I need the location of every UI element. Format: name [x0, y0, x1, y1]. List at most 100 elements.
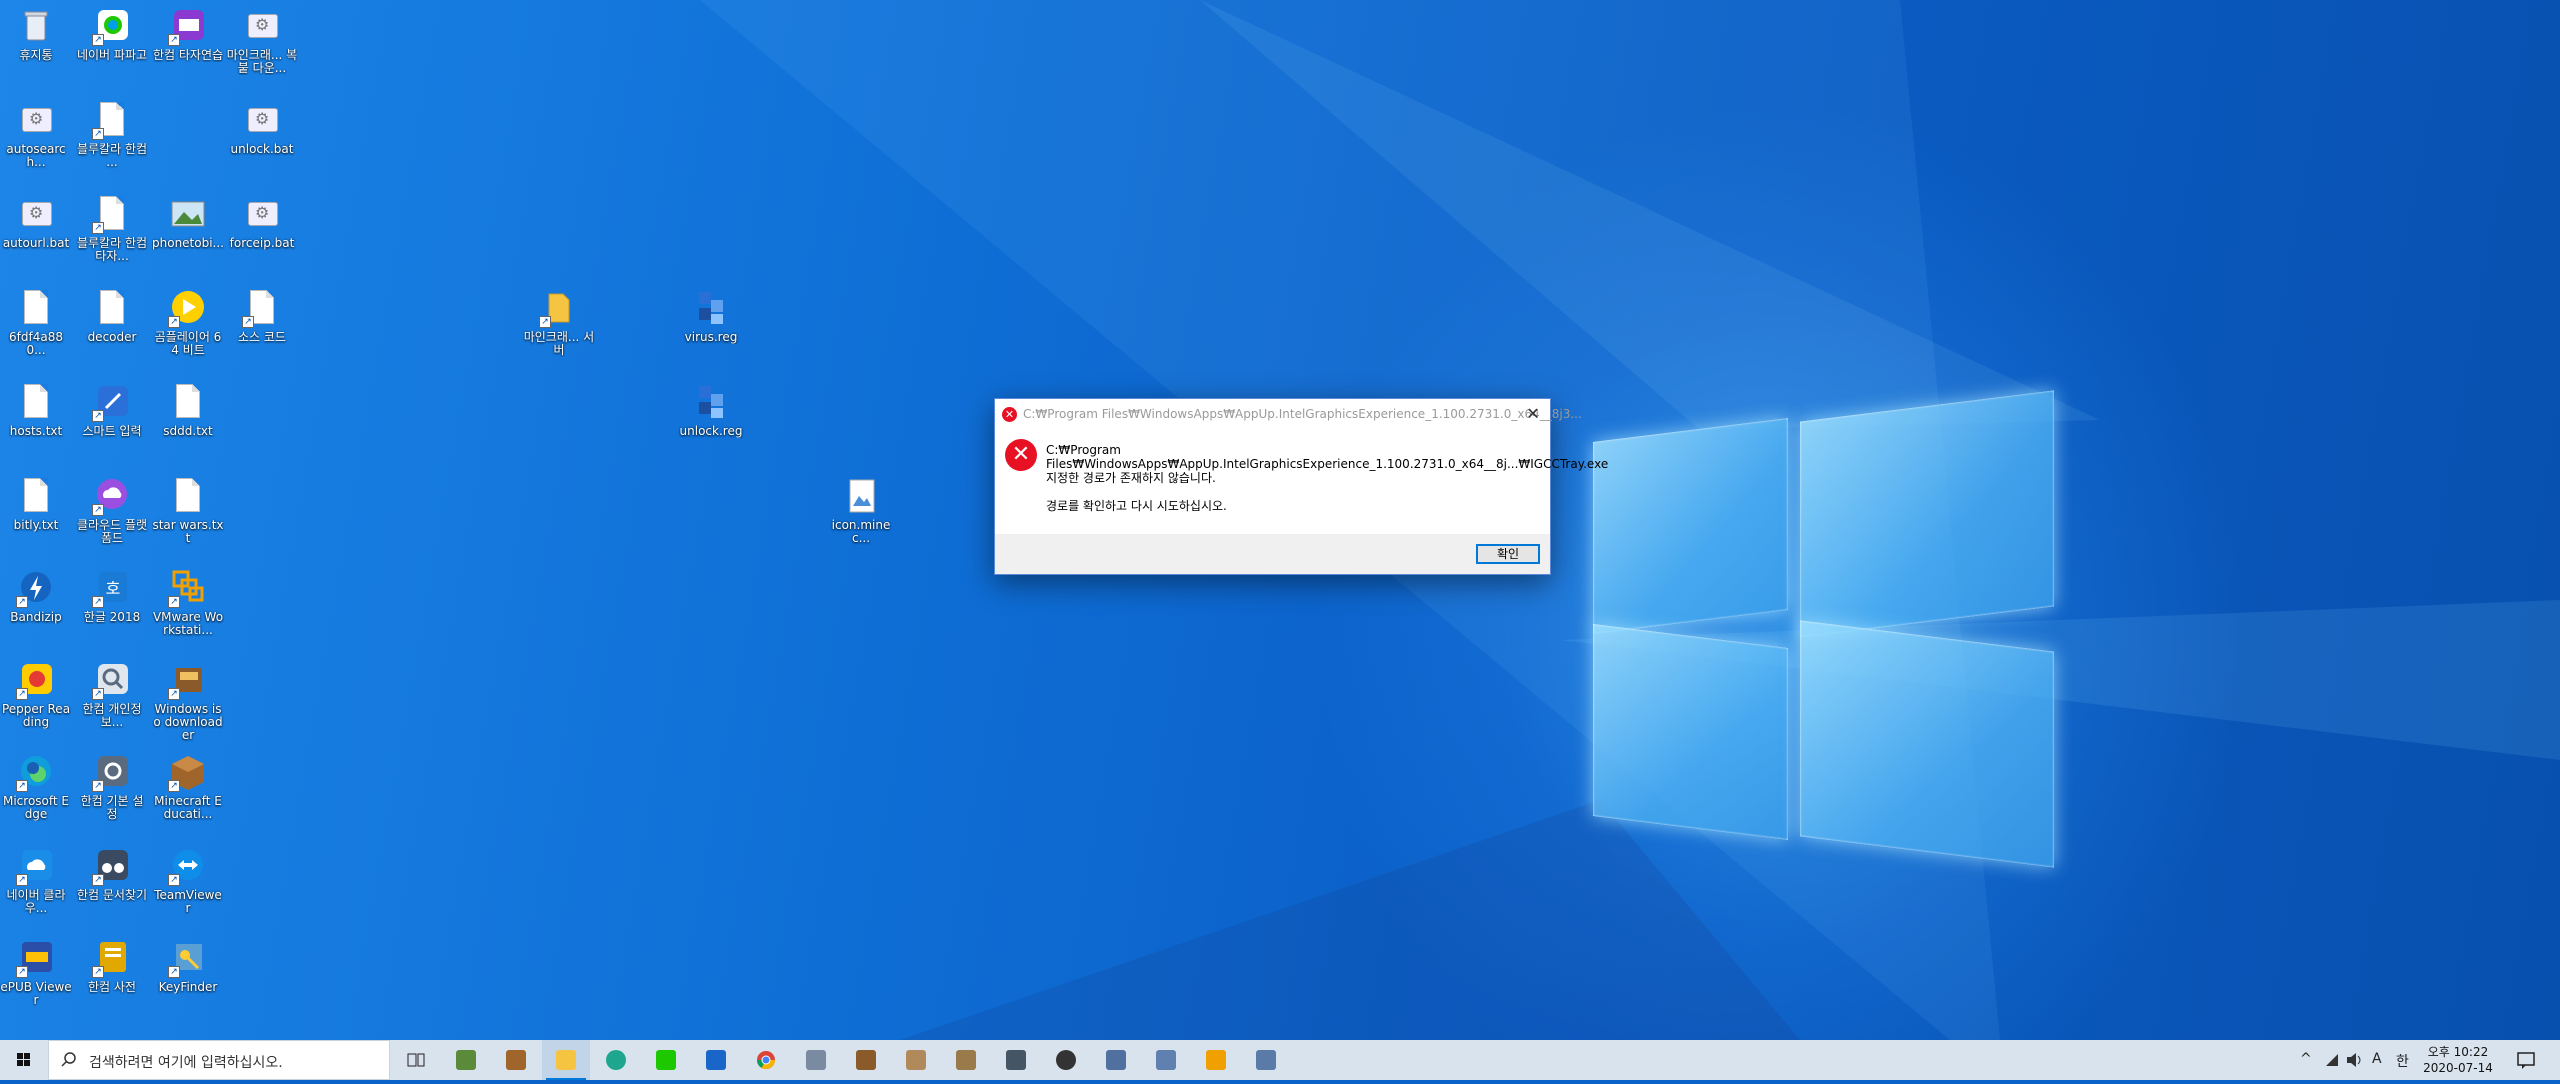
error-dialog[interactable]: ✕ C:₩Program Files₩WindowsApps₩AppUp.Int… [994, 398, 1608, 575]
dialog-title-bar[interactable]: ✕ C:₩Program Files₩WindowsApps₩AppUp.Int… [995, 399, 1582, 429]
taskbar-hancom-tool[interactable] [792, 1040, 840, 1080]
taskbar-papago[interactable] [642, 1040, 690, 1080]
desktop-icon-epub-viewer[interactable]: ↗ ePUB Viewer [0, 938, 72, 1007]
desktop-icon-autosearch[interactable]: autosearch... [0, 100, 72, 169]
document-icon: ↗ [92, 194, 132, 234]
taskbar-chat-tool[interactable] [1042, 1040, 1090, 1080]
image-file-icon [168, 194, 208, 234]
desktop-icon-forceip-bat[interactable]: forceip.bat [226, 194, 298, 250]
desktop-icon-bitly-txt[interactable]: bitly.txt [0, 476, 72, 532]
taskbar-clock[interactable]: 오후 10:22 2020-07-14 [2420, 1044, 2496, 1076]
taskbar-search-box[interactable]: 검색하려면 여기에 입력하십시오. [48, 1040, 390, 1080]
desktop-icon-source-code[interactable]: ↗ 소스 코드 [226, 288, 298, 344]
message-path-line-2: Files₩WindowsApps₩AppUp.IntelGraphicsExp… [1046, 457, 1609, 471]
desktop-icon-smart-input[interactable]: ↗ 스마트 입력 [76, 382, 148, 438]
desktop-icon-hancom-doc-finder[interactable]: ↗ 한컴 문서찾기 [76, 846, 148, 902]
ok-button[interactable]: 확인 [1476, 544, 1540, 564]
message-path-line-1: C:₩Program [1046, 443, 1121, 457]
desktop-icon-hancom-privacy[interactable]: ↗ 한컴 개인정보... [76, 660, 148, 729]
desktop-icon-naver-cloud[interactable]: ↗ 네이버 클라우... [0, 846, 72, 915]
text-file-icon [168, 382, 208, 422]
close-icon[interactable]: ✕ [1522, 403, 1544, 425]
edge-icon: ↗ [16, 752, 56, 792]
taskbar-vmware[interactable] [1192, 1040, 1240, 1080]
desktop-icon-bluecollar-hancom[interactable]: ↗ 블루칼라 한컴 ... [76, 100, 148, 169]
taskbar-minecraft-edu[interactable] [492, 1040, 540, 1080]
taskbar-network-tool[interactable] [992, 1040, 1040, 1080]
desktop-icon-minecraft-server[interactable]: ↗ 마인크래... 서버 [523, 288, 595, 357]
remote-desktop-icon [1156, 1050, 1176, 1070]
settings-file-icon [242, 100, 282, 140]
network-icon[interactable] [2324, 1052, 2340, 1068]
notifications-icon[interactable] [2516, 1050, 2536, 1070]
desktop-icon-autourl-bat[interactable]: autourl.bat [0, 194, 72, 250]
desktop-icon-minecraft-download[interactable]: 마인크래... 복붙 다운... [226, 6, 298, 75]
desktop-icon-recycle-bin[interactable]: 휴지통 [0, 6, 72, 62]
desktop-icon-windows-iso-downloader[interactable]: ↗ Windows iso downloader [152, 660, 224, 742]
chat-icon [706, 1050, 726, 1070]
desktop-icon-hancom-settings[interactable]: ↗ 한컴 기본 설정 [76, 752, 148, 821]
ime-language-indicator[interactable]: 한 [2396, 1051, 2409, 1071]
desktop-icon-pepper-reading[interactable]: ↗ Pepper Reading [0, 660, 72, 729]
document-icon: ↗ [92, 100, 132, 140]
desktop-icon-icon-minec[interactable]: icon.minec... [825, 476, 897, 545]
iso-downloader-icon: ↗ [168, 660, 208, 700]
desktop-icon-star-wars-txt[interactable]: star wars.txt [152, 476, 224, 545]
epub-icon: ↗ [16, 938, 56, 978]
desktop-icon-minecraft-education[interactable]: ↗ Minecraft Educati... [152, 752, 224, 821]
taskbar-remote-1[interactable] [1092, 1040, 1140, 1080]
error-icon-large: ✕ [1005, 439, 1037, 471]
desktop-icon-decoder[interactable]: decoder [76, 288, 148, 344]
desktop-icon-bluecollar-typing[interactable]: ↗ 블루칼라 한컴타자... [76, 194, 148, 263]
folder-icon: ↗ [539, 288, 579, 328]
desktop-icon-6fdf4a880[interactable]: 6fdf4a880... [0, 288, 72, 357]
desktop-icon-unlock-reg[interactable]: unlock.reg [675, 382, 747, 438]
taskbar-file-explorer[interactable] [542, 1040, 590, 1080]
registry-file-icon [691, 382, 731, 422]
remote-desktop-icon [1106, 1050, 1126, 1070]
taskbar-edge-beta[interactable] [592, 1040, 640, 1080]
show-hidden-icons-chevron[interactable]: ^ [2300, 1051, 2312, 1067]
desktop-icon-hangul-2018[interactable]: 호 ↗ 한글 2018 [76, 568, 148, 624]
taskbar-minecraft[interactable] [442, 1040, 490, 1080]
desktop-icon-hancom-typing[interactable]: ↗ 한컴 타자연습 [152, 6, 224, 62]
desktop-icon-bandizip[interactable]: ↗ Bandizip [0, 568, 72, 624]
desktop-icon-keyfinder[interactable]: ↗ KeyFinder [152, 938, 224, 994]
taskbar-pickaxe-2[interactable] [942, 1040, 990, 1080]
desktop-icon-virus-reg[interactable]: virus.reg [675, 288, 747, 344]
teamviewer-icon: ↗ [168, 846, 208, 886]
settings-file-icon [16, 194, 56, 234]
desktop-icon-papago[interactable]: ↗ 네이버 파파고 [76, 6, 148, 62]
desktop-icon-gomplayer[interactable]: ↗ 곰플레이어 64 비트 [152, 288, 224, 357]
magnifier-icon: ↗ [92, 660, 132, 700]
gomplayer-icon: ↗ [168, 288, 208, 328]
minecraft-edu-icon [506, 1050, 526, 1070]
taskbar: 검색하려면 여기에 입력하십시오. ^ A 한 오후 10:22 2020-07… [0, 1040, 2560, 1080]
minecraft-icon [456, 1050, 476, 1070]
taskbar-minecraft-2[interactable] [842, 1040, 890, 1080]
desktop-icon-unlock-bat[interactable]: unlock.bat [226, 100, 298, 156]
binoculars-icon: ↗ [92, 846, 132, 886]
ime-mode-indicator[interactable]: A [2372, 1051, 2382, 1067]
taskbar-chat[interactable] [692, 1040, 740, 1080]
desktop-icon-vmware[interactable]: ↗ VMware Workstati... [152, 568, 224, 637]
taskbar-pickaxe[interactable] [892, 1040, 940, 1080]
desktop-icon-hancom-dictionary[interactable]: ↗ 한컴 사전 [76, 938, 148, 994]
desktop-icon-hosts-txt[interactable]: hosts.txt [0, 382, 72, 438]
dialog-message: C:₩Program Files₩WindowsApps₩AppUp.Intel… [1046, 443, 1608, 513]
desktop-icon-microsoft-edge[interactable]: ↗ Microsoft Edge [0, 752, 72, 821]
start-button[interactable] [0, 1040, 48, 1080]
edge-icon [606, 1050, 626, 1070]
volume-icon[interactable] [2346, 1052, 2364, 1068]
desktop-icon-teamviewer[interactable]: ↗ TeamViewer [152, 846, 224, 915]
desktop-icon-phonetobi[interactable]: phonetobi... [152, 194, 224, 250]
taskbar-task-view[interactable] [392, 1040, 440, 1080]
desktop-icon-sddd-txt[interactable]: sddd.txt [152, 382, 224, 438]
image-file-icon [841, 476, 881, 516]
taskbar-remote-3[interactable] [1242, 1040, 1290, 1080]
taskbar-remote-2[interactable] [1142, 1040, 1190, 1080]
hancom-tool-icon [806, 1050, 826, 1070]
desktop-icon-cloud-platform[interactable]: ↗ 클라우드 플랫폼드 [76, 476, 148, 545]
taskbar-chrome[interactable] [742, 1040, 790, 1080]
svg-text:호: 호 [106, 579, 121, 598]
